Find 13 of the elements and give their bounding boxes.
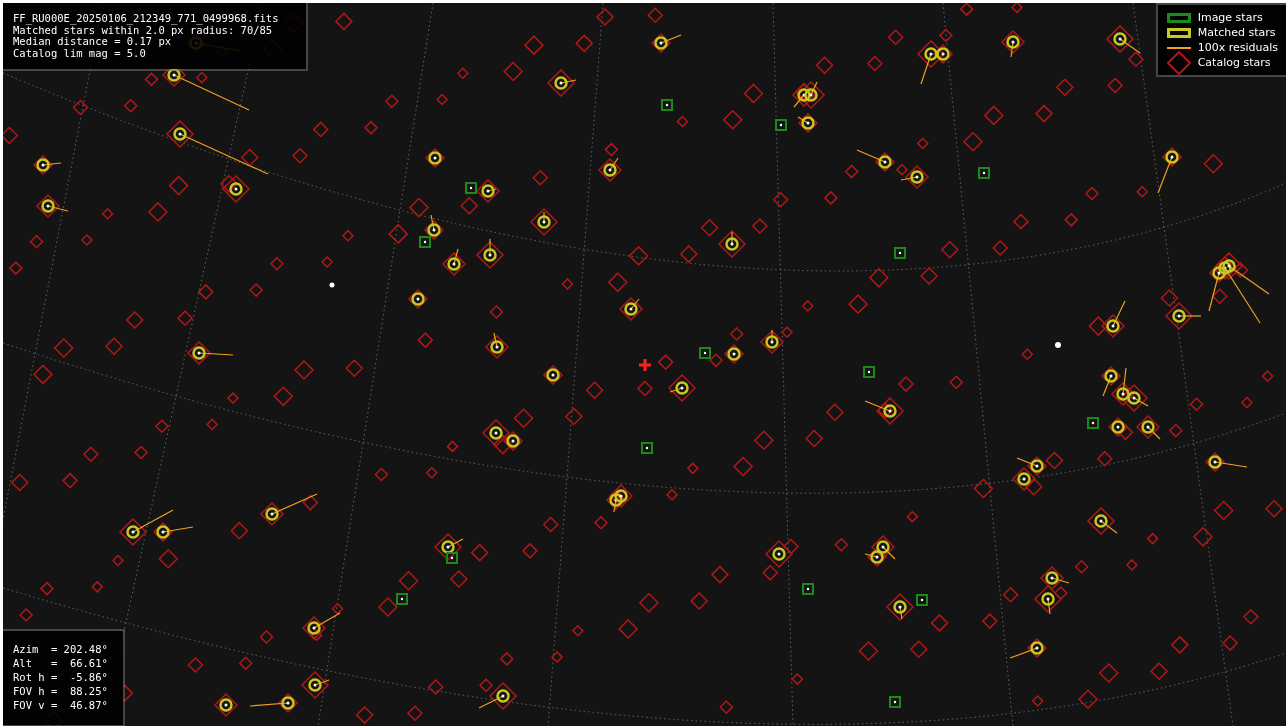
pointing-text: Rot h = -5.86°: [13, 671, 109, 683]
info-text: FF_RU000E_20250106_212349_771_0499968.fits: [13, 13, 280, 25]
pointing-text: Alt = 66.61°: [13, 657, 109, 669]
pointing-text: FOV v = 46.87°: [13, 699, 109, 711]
pointing-text: Azim = 202.48°: [13, 643, 109, 655]
legend-label: Image stars: [1197, 11, 1263, 24]
pointing-text: FOV h = 88.25°: [13, 685, 109, 697]
legend-label: Catalog stars: [1197, 56, 1271, 69]
legend-label: 100x residuals: [1197, 41, 1278, 54]
legend-label: Matched stars: [1197, 26, 1276, 39]
info-text: Catalog lim mag = 5.0: [13, 47, 147, 59]
info-text: Matched stars within 2.0 px radius: 70/85: [13, 24, 273, 36]
info-text: Median distance = 0.17 px: [13, 36, 172, 48]
